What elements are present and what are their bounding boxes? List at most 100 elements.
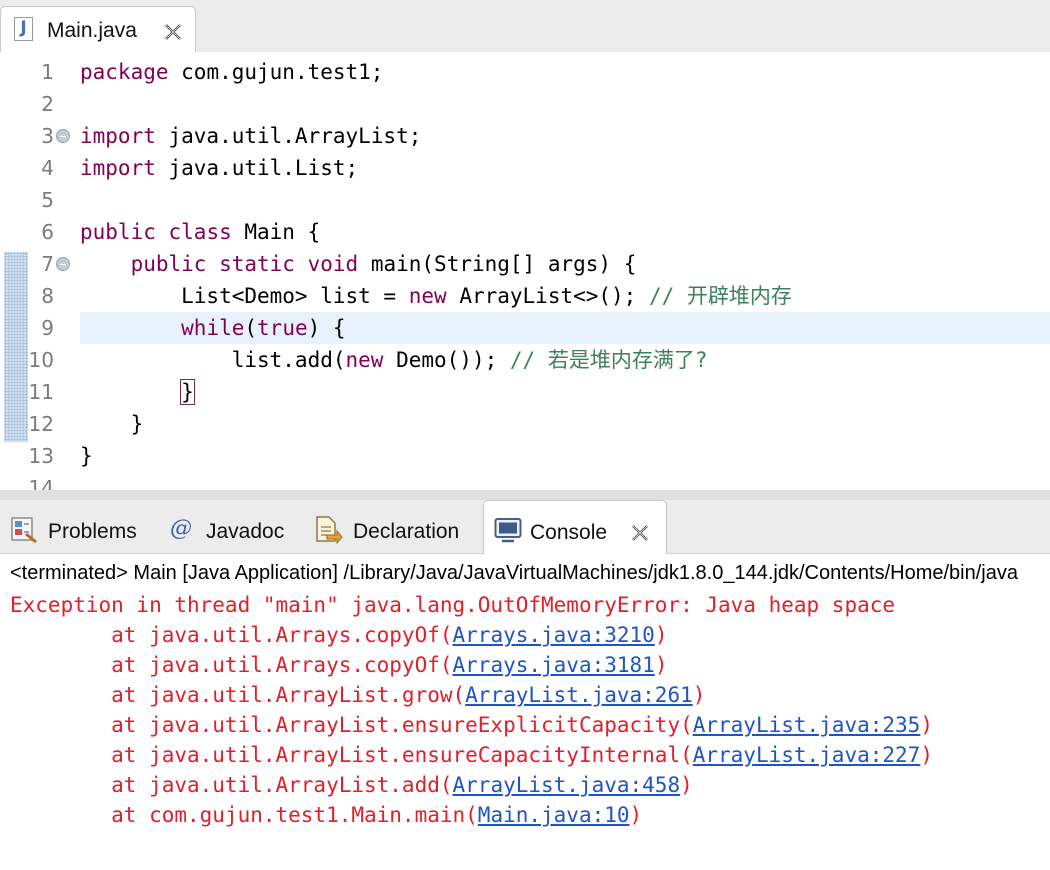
keyword: new (345, 348, 384, 372)
stack-frame-source-link[interactable]: ArrayList.java:261 (465, 683, 693, 707)
stack-frame-source-link[interactable]: Arrays.java:3181 (453, 653, 655, 677)
tab-javadoc[interactable]: @ Javadoc (160, 500, 305, 554)
line-number: 11 (28, 380, 54, 404)
code-token: list.add( (80, 348, 346, 372)
line-number: 5 (41, 188, 54, 212)
code-token: java.util.ArrayList; (155, 124, 422, 148)
code-token: main(String[] args) { (358, 252, 637, 276)
code-line: List<Demo> list = new ArrayList<>(); // … (80, 280, 792, 312)
close-icon[interactable] (163, 22, 183, 42)
tab-problems-label: Problems (48, 520, 137, 543)
fold-collapse-icon[interactable] (56, 257, 70, 271)
code-token: java.util.List; (155, 156, 359, 180)
code-line: } (80, 408, 144, 440)
editor-tab-label: Main.java (47, 19, 137, 42)
stack-frame-close-paren: ) (654, 653, 668, 677)
matching-brace: } (180, 379, 195, 405)
exception-line: Exception in thread "main" java.lang.Out… (10, 593, 896, 617)
stack-frame-line: at java.util.ArrayList.ensureExplicitCap… (10, 710, 933, 740)
close-icon[interactable] (630, 523, 650, 543)
stack-frame-source-link[interactable]: ArrayList.java:458 (453, 773, 681, 797)
line-number: 8 (41, 284, 54, 308)
line-number: 9 (41, 316, 54, 340)
code-token: List<Demo> list = (80, 284, 409, 308)
tab-declaration-label: Declaration (353, 520, 460, 543)
line-number: 2 (41, 92, 54, 116)
code-line: package com.gujun.test1; (80, 56, 383, 88)
line-number: 7 (41, 252, 54, 276)
view-tab-bar: Problems @ Javadoc Declaration Console (0, 500, 1050, 554)
code-line: import java.util.List; (80, 152, 358, 184)
keyword: static (219, 252, 295, 276)
line-number: 14 (28, 476, 54, 490)
code-editor[interactable]: 1 package com.gujun.test1; 2 3 import java.u… (0, 52, 1050, 490)
editor-tab-main-java[interactable]: J Main.java (0, 6, 196, 52)
stack-frame-method: at java.util.Arrays.copyOf( (10, 653, 453, 677)
line-number: 3 (41, 124, 54, 148)
stack-frame-line: at java.util.ArrayList.grow(ArrayList.ja… (10, 680, 705, 710)
line-number: 6 (41, 220, 54, 244)
code-token: Main { (231, 220, 321, 244)
tab-declaration[interactable]: Declaration (305, 500, 483, 554)
comment: // 若是堆内存满了? (509, 348, 708, 372)
code-line: public class Main { (80, 216, 320, 248)
stack-frame-source-link[interactable]: Main.java:10 (478, 803, 630, 827)
keyword: public (130, 252, 207, 276)
keyword: package (80, 60, 169, 84)
code-token: } (80, 444, 93, 468)
stack-frame-source-link[interactable]: Arrays.java:3210 (453, 623, 655, 647)
stack-frame-source-link[interactable]: ArrayList.java:227 (693, 743, 921, 767)
comment: // 开辟堆内存 (648, 284, 792, 308)
code-line: } (80, 376, 195, 408)
tab-problems[interactable]: Problems (0, 500, 160, 554)
stack-frame-method: at java.util.ArrayList.ensureExplicitCap… (10, 713, 693, 737)
tab-console-label: Console (530, 521, 608, 544)
console-process-header: <terminated> Main [Java Application] /Li… (10, 562, 1018, 584)
stack-frame-close-paren: ) (680, 773, 693, 797)
stack-frame-method: at java.util.ArrayList.add( (10, 773, 453, 797)
code-line: list.add(new Demo()); // 若是堆内存满了? (80, 344, 708, 376)
code-line: while(true) { (80, 312, 346, 344)
stack-frame-line: at java.util.Arrays.copyOf(Arrays.java:3… (10, 650, 667, 680)
keyword: while (181, 316, 245, 340)
stack-frame-line: at java.util.Arrays.copyOf(Arrays.java:3… (10, 620, 667, 650)
problems-icon (11, 517, 37, 544)
line-number: 4 (41, 156, 54, 180)
line-number: 10 (28, 348, 54, 372)
view-separator[interactable] (0, 490, 1050, 500)
stack-frame-method: at java.util.ArrayList.ensureCapacityInt… (10, 743, 693, 767)
console-icon (494, 518, 522, 543)
keyword: class (168, 220, 232, 244)
code-line: import java.util.ArrayList; (80, 120, 421, 152)
keyword: import (80, 156, 156, 180)
line-number: 13 (28, 444, 54, 468)
tab-javadoc-label: Javadoc (206, 520, 285, 543)
keyword: true (257, 316, 308, 340)
stack-frame-method: at java.util.Arrays.copyOf( (10, 623, 453, 647)
stack-frame-close-paren: ) (920, 743, 933, 767)
stack-frame-close-paren: ) (920, 713, 933, 737)
stack-frame-source-link[interactable]: ArrayList.java:235 (693, 713, 921, 737)
stack-frame-line: at com.gujun.test1.Main.main(Main.java:1… (10, 800, 642, 830)
java-file-icon: J (14, 17, 33, 41)
code-token: ) { (307, 316, 346, 340)
keyword: void (307, 252, 359, 276)
keyword: new (408, 284, 447, 308)
line-number: 1 (41, 60, 54, 84)
keyword: public (80, 220, 156, 244)
keyword: import (80, 124, 156, 148)
stack-frame-close-paren: ) (629, 803, 643, 827)
fold-collapse-icon[interactable] (56, 129, 70, 143)
stack-frame-close-paren: ) (654, 623, 668, 647)
tab-console[interactable]: Console (483, 500, 667, 554)
line-number: 12 (28, 412, 54, 436)
stack-frame-method: at com.gujun.test1.Main.main( (10, 803, 478, 827)
stack-frame-method: at java.util.ArrayList.grow( (10, 683, 466, 707)
stack-frame-line: at java.util.ArrayList.ensureCapacityInt… (10, 740, 933, 770)
code-token: Demo()); (383, 348, 510, 372)
